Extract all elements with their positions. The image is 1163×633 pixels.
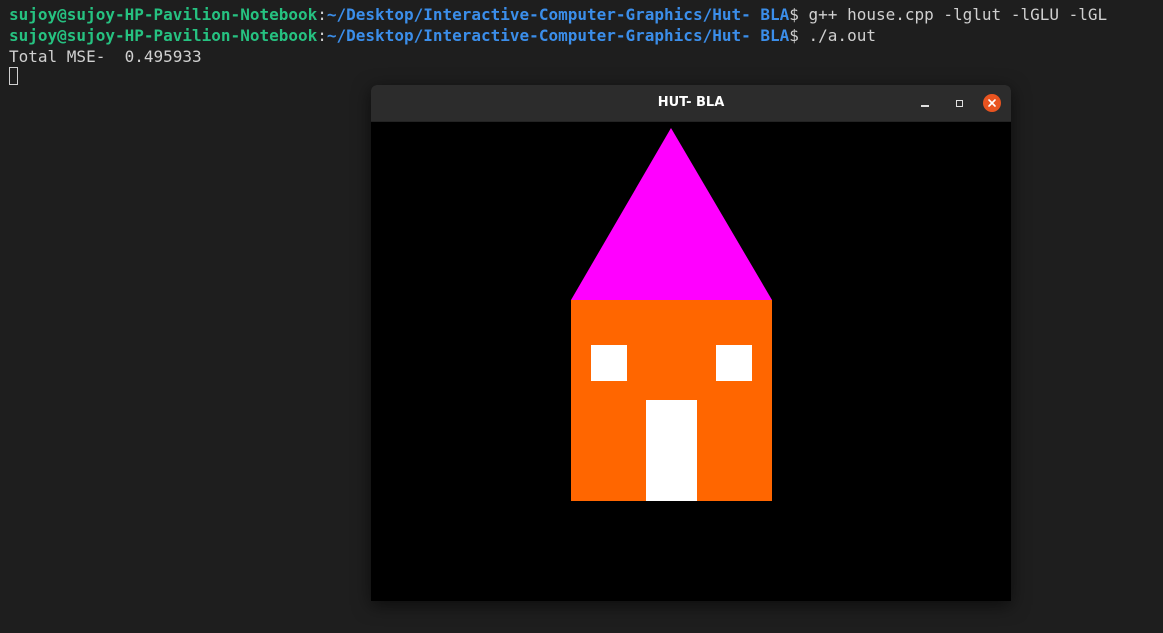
terminal-output: Total MSE- 0.495933 [9, 47, 202, 66]
glut-window[interactable]: HUT- BLA [371, 85, 1011, 601]
prompt-path: ~/Desktop/Interactive-Computer-Graphics/… [326, 26, 790, 45]
terminal-cursor [9, 67, 18, 85]
command-text: ./a.out [808, 26, 876, 45]
house-drawing [571, 128, 772, 501]
house-roof [571, 128, 772, 300]
prompt-symbol: $ [789, 26, 809, 45]
command-text: g++ house.cpp -lglut -lGLU -lGL [808, 5, 1108, 24]
opengl-canvas[interactable] [371, 122, 1011, 601]
prompt-path: ~/Desktop/Interactive-Computer-Graphics/… [326, 5, 790, 24]
house-door [646, 400, 697, 501]
prompt-separator: : [317, 5, 327, 24]
prompt-user: sujoy@sujoy-HP-Pavilion-Notebook [9, 5, 318, 24]
house-right-window [716, 345, 752, 381]
window-title: HUT- BLA [657, 95, 725, 110]
house-left-window [591, 345, 627, 381]
maximize-icon [955, 99, 963, 107]
minimize-icon [921, 105, 929, 107]
prompt-symbol: $ [789, 5, 809, 24]
minimize-button[interactable] [916, 94, 934, 112]
maximize-button[interactable] [950, 94, 968, 112]
prompt-user: sujoy@sujoy-HP-Pavilion-Notebook [9, 26, 318, 45]
terminal-line-2: sujoy@sujoy-HP-Pavilion-Notebook:~/Deskt… [9, 26, 876, 46]
close-icon [983, 94, 1001, 112]
close-button[interactable] [983, 94, 1001, 112]
window-titlebar[interactable]: HUT- BLA [371, 85, 1011, 122]
terminal-line-1: sujoy@sujoy-HP-Pavilion-Notebook:~/Deskt… [9, 5, 1107, 25]
prompt-separator: : [317, 26, 327, 45]
